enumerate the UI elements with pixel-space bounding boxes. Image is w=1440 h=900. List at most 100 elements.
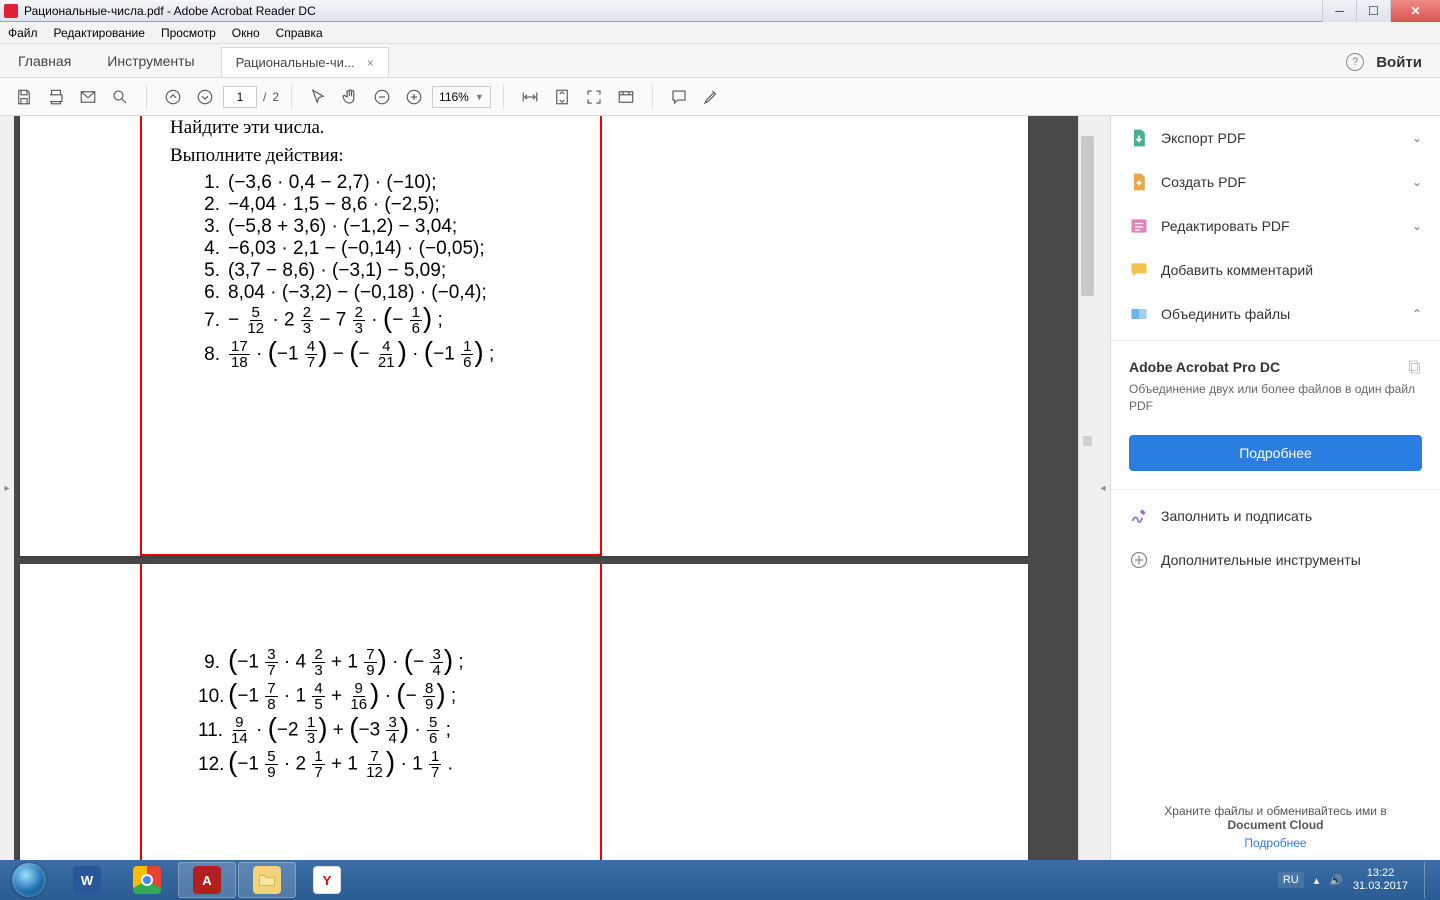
app-icon [4, 4, 18, 18]
print-icon[interactable] [42, 83, 70, 111]
create-pdf-icon [1129, 172, 1149, 192]
tray-time: 13:22 [1353, 867, 1408, 880]
problem-11: 11. 914 · (−2 13) + (−3 34) · 56 ; [198, 715, 464, 746]
tool-export-pdf[interactable]: Экспорт PDF ⌄ [1111, 116, 1440, 160]
window-titlebar: Рациональные-числа.pdf - Adobe Acrobat R… [0, 0, 1440, 22]
zoom-value: 116% [439, 90, 469, 104]
tools-panel: Экспорт PDF ⌄ Создать PDF ⌄ Редактироват… [1110, 116, 1440, 860]
tray-chevron-up-icon[interactable]: ▴ [1314, 874, 1320, 887]
menu-view[interactable]: Просмотр [161, 26, 216, 40]
highlight-icon[interactable] [697, 83, 725, 111]
page-up-icon[interactable] [159, 83, 187, 111]
zoom-select[interactable]: 116% ▼ [432, 86, 491, 108]
tool-label: Экспорт PDF [1161, 130, 1246, 146]
scrollbar-thumb[interactable] [1081, 136, 1094, 296]
comment-icon[interactable] [665, 83, 693, 111]
toolbar: / 2 116%▼ [0, 78, 1440, 116]
select-tool-icon[interactable] [304, 83, 332, 111]
start-button[interactable] [2, 860, 56, 900]
maximize-button[interactable]: ☐ [1356, 0, 1390, 22]
cloud-line2: Document Cloud [1129, 818, 1422, 832]
problem-2: −4,04 · 1,5 − 8,6 · (−2,5); [228, 195, 440, 214]
close-button[interactable]: ✕ [1390, 0, 1440, 22]
hand-tool-icon[interactable] [336, 83, 364, 111]
save-icon[interactable] [10, 83, 38, 111]
tool-edit-pdf[interactable]: Редактировать PDF ⌄ [1111, 204, 1440, 248]
tab-document-label: Рациональные-чи... [236, 55, 355, 70]
menu-edit[interactable]: Редактирование [54, 26, 145, 40]
tab-tools[interactable]: Инструменты [89, 45, 212, 77]
tool-label: Объединить файлы [1161, 306, 1290, 322]
page-down-icon[interactable] [191, 83, 219, 111]
tray-date: 31.03.2017 [1353, 880, 1408, 893]
tab-close-icon[interactable]: × [363, 56, 378, 70]
cloud-link[interactable]: Подробнее [1129, 836, 1422, 850]
system-tray: RU ▴ 🔊 13:22 31.03.2017 [1278, 862, 1438, 898]
menu-window[interactable]: Окно [232, 26, 260, 40]
tab-home[interactable]: Главная [0, 45, 89, 77]
plus-circle-icon [1129, 550, 1149, 570]
show-desktop-button[interactable] [1424, 862, 1432, 898]
pdf-page-1: Найдите эти числа. Выполните действия: 1… [20, 116, 1028, 556]
taskbar-item-explorer[interactable] [238, 862, 296, 898]
tool-combine-files[interactable]: Объединить файлы ⌃ [1111, 292, 1440, 336]
window-title: Рациональные-числа.pdf - Adobe Acrobat R… [24, 4, 316, 18]
promo-text: Объединение двух или более файлов в один… [1129, 381, 1422, 415]
menu-file[interactable]: Файл [8, 26, 38, 40]
page-sep: / [263, 90, 266, 104]
zoom-in-icon[interactable] [400, 83, 428, 111]
problem-list-2: 9. (−1 37 · 4 23 + 1 79) · (− 34) ; 10. … [198, 647, 464, 780]
vertical-scrollbar[interactable] [1078, 116, 1096, 860]
problem-1: (−3,6 · 0,4 − 2,7) · (−10); [228, 173, 437, 192]
taskbar-item-word[interactable]: W [58, 862, 116, 898]
window-controls: ─ ☐ ✕ [1322, 0, 1440, 22]
promo-button[interactable]: Подробнее [1129, 435, 1422, 471]
help-icon[interactable]: ? [1346, 53, 1364, 71]
pdf-page-2: 9. (−1 37 · 4 23 + 1 79) · (− 34) ; 10. … [20, 564, 1028, 860]
page-current-input[interactable] [223, 86, 257, 108]
promo-title: Adobe Acrobat Pro DC [1129, 359, 1280, 375]
panel-collapse-right-icon[interactable]: ◂ [1096, 116, 1110, 860]
problem-5: (3,7 − 8,6) · (−3,1) − 5,09; [228, 261, 446, 280]
combine-files-icon [1129, 304, 1149, 324]
problem-list: 1.(−3,6 · 0,4 − 2,7) · (−10); 2.−4,04 · … [198, 173, 494, 370]
tray-volume-icon[interactable]: 🔊 [1329, 874, 1343, 887]
problem-4: −6,03 · 2,1 − (−0,14) · (−0,05); [228, 239, 485, 258]
document-viewport[interactable]: Найдите эти числа. Выполните действия: 1… [14, 116, 1078, 860]
minimize-button[interactable]: ─ [1322, 0, 1356, 22]
taskbar-item-chrome[interactable] [118, 862, 176, 898]
fit-page-icon[interactable] [548, 83, 576, 111]
zoom-out-icon[interactable] [368, 83, 396, 111]
fullscreen-icon[interactable] [580, 83, 608, 111]
taskbar-item-yandex[interactable]: Y [298, 862, 356, 898]
tool-create-pdf[interactable]: Создать PDF ⌄ [1111, 160, 1440, 204]
problem-6: 8,04 · (−3,2) − (−0,18) · (−0,4); [228, 283, 487, 302]
taskbar: W A Y RU ▴ 🔊 13:22 31.03.2017 [0, 860, 1440, 900]
tray-language[interactable]: RU [1278, 872, 1304, 888]
tool-more-tools[interactable]: Дополнительные инструменты [1111, 538, 1440, 582]
tab-document[interactable]: Рациональные-чи... × [221, 47, 389, 77]
chevron-down-icon: ⌄ [1412, 219, 1422, 233]
chevron-down-icon: ⌄ [1412, 131, 1422, 145]
fit-width-icon[interactable] [516, 83, 544, 111]
panel-expand-left-icon[interactable]: ▸ [0, 116, 14, 860]
tool-add-comment[interactable]: Добавить комментарий [1111, 248, 1440, 292]
tool-label: Добавить комментарий [1161, 262, 1313, 278]
chevron-up-icon: ⌃ [1412, 307, 1422, 321]
windows-orb-icon [12, 863, 46, 897]
read-mode-icon[interactable] [612, 83, 640, 111]
tab-bar: Главная Инструменты Рациональные-чи... ×… [0, 44, 1440, 78]
search-icon[interactable] [106, 83, 134, 111]
chevron-down-icon: ⌄ [1412, 175, 1422, 189]
menu-help[interactable]: Справка [276, 26, 323, 40]
taskbar-item-acrobat[interactable]: A [178, 862, 236, 898]
problem-7: 7. − 512 · 2 23 − 7 23 · (− 16) ; [198, 305, 494, 336]
chevron-down-icon: ▼ [475, 92, 484, 102]
tool-fill-sign[interactable]: Заполнить и подписать [1111, 494, 1440, 538]
mail-icon[interactable] [74, 83, 102, 111]
tray-clock[interactable]: 13:22 31.03.2017 [1353, 867, 1408, 892]
tool-label: Редактировать PDF [1161, 218, 1290, 234]
problem-12: 12. (−1 59 · 2 17 + 1 712) · 1 17 . [198, 749, 464, 780]
edit-pdf-icon [1129, 216, 1149, 236]
signin-button[interactable]: Войти [1376, 54, 1422, 71]
